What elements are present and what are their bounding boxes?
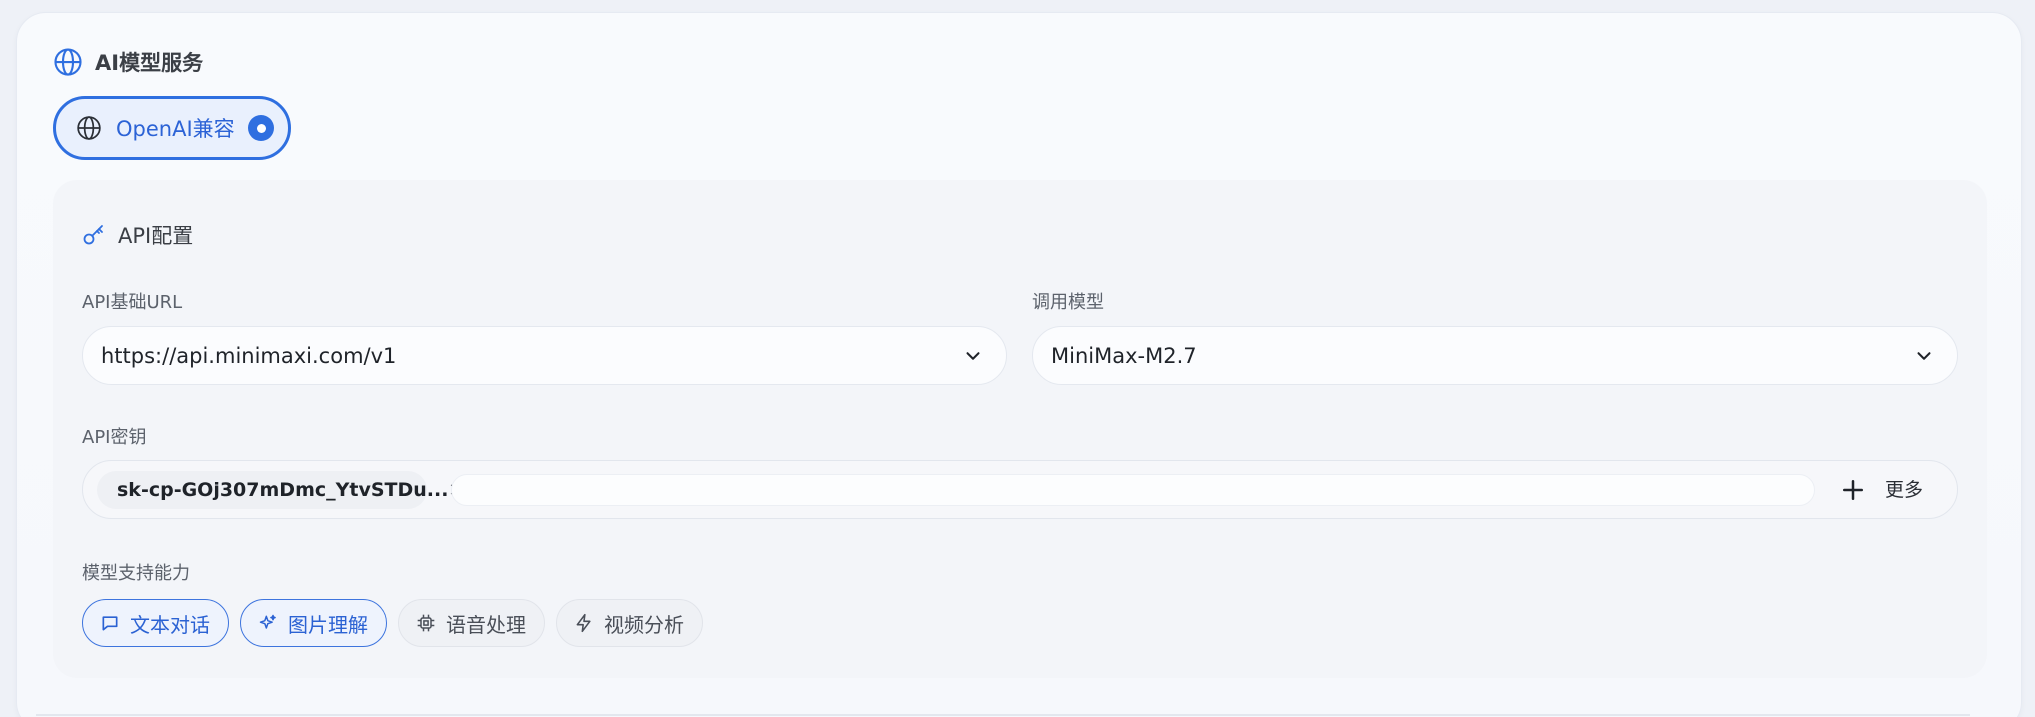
capability-label: 语音处理 — [446, 612, 526, 637]
capability-label: 文本对话 — [130, 612, 210, 637]
base-url-select[interactable]: https://api.minimaxi.com/v1 — [82, 326, 1007, 385]
capability-voice-processing[interactable]: 语音处理 — [398, 599, 545, 647]
capabilities-row: 文本对话 图片理解 语音处理 视频分析 — [82, 599, 703, 647]
chat-bubble-icon — [102, 616, 118, 631]
section-header: AI模型服务 — [53, 47, 203, 77]
api-key-chip-text: sk-cp-GOj307mDmc_YtvSTDu... — [117, 479, 449, 501]
sparkles-icon — [259, 614, 276, 629]
api-config-title: API配置 — [118, 224, 194, 248]
capability-label: 图片理解 — [288, 612, 368, 637]
model-select[interactable]: MiniMax-M2.7 — [1032, 326, 1958, 385]
provider-radio[interactable] — [248, 115, 274, 141]
api-key-field: sk-cp-GOj307mDmc_YtvSTDu... ✕ 更多 — [82, 460, 1958, 519]
base-url-value: https://api.minimaxi.com/v1 — [101, 343, 397, 368]
api-key-input[interactable] — [451, 474, 1815, 506]
globe-icon — [54, 48, 82, 76]
more-keys-button[interactable]: 更多 — [1885, 475, 1923, 502]
capability-image-understanding[interactable]: 图片理解 — [240, 599, 387, 647]
model-value: MiniMax-M2.7 — [1051, 343, 1197, 368]
chevron-down-icon — [1917, 351, 1931, 360]
api-key-label: API密钥 — [82, 427, 147, 448]
section-title: AI模型服务 — [95, 51, 204, 75]
chip-icon — [417, 614, 435, 632]
api-config-header: API配置 — [82, 220, 193, 250]
capability-text-chat[interactable]: 文本对话 — [82, 599, 229, 647]
ai-service-panel: AI模型服务 OpenAI兼容 API配置 API基础URL https://a… — [16, 12, 2022, 717]
plus-icon[interactable] — [1838, 475, 1868, 505]
api-config-card: API配置 API基础URL https://api.minimaxi.com/… — [53, 180, 1987, 678]
provider-label: OpenAI兼容 — [116, 117, 235, 141]
key-icon — [83, 225, 103, 245]
provider-option-openai-compatible[interactable]: OpenAI兼容 — [53, 96, 291, 160]
section-divider — [36, 714, 1970, 716]
api-key-chip[interactable]: sk-cp-GOj307mDmc_YtvSTDu... ✕ — [97, 471, 464, 509]
capability-label: 视频分析 — [604, 612, 684, 637]
base-url-label: API基础URL — [82, 292, 183, 313]
chevron-down-icon — [966, 351, 980, 360]
capability-video-analysis[interactable]: 视频分析 — [556, 599, 703, 647]
model-label: 调用模型 — [1032, 292, 1104, 313]
capabilities-label: 模型支持能力 — [82, 563, 190, 584]
lightning-icon — [576, 613, 591, 633]
globe-icon — [77, 116, 101, 140]
